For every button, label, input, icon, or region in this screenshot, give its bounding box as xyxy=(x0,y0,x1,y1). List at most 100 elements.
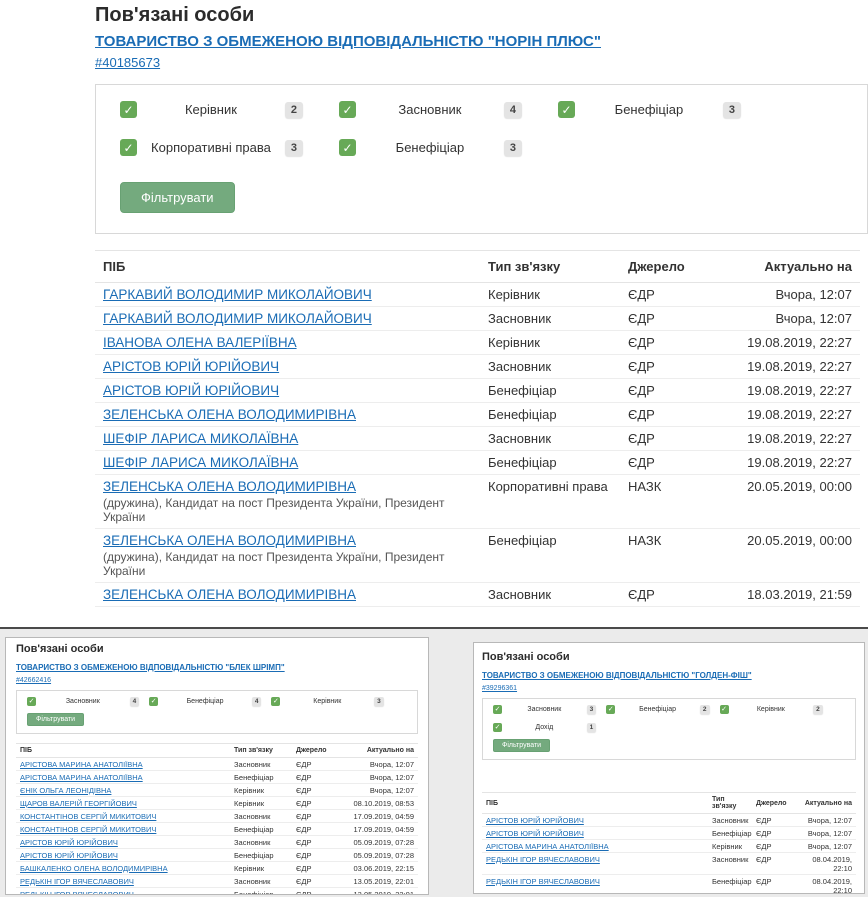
filter-item: ✓ Засновник 4 xyxy=(339,101,558,118)
filter-checkbox[interactable]: ✓ xyxy=(493,723,502,732)
source: ЄДР xyxy=(292,797,338,809)
actual-date: Вчора, 12:07 xyxy=(792,827,856,839)
actual-date: Вчора, 12:07 xyxy=(792,814,856,826)
person-link[interactable]: ІВАНОВА ОЛЕНА ВАЛЕРІЇВНА xyxy=(103,335,297,350)
actual-date: Вчора, 12:07 xyxy=(792,840,856,852)
person-link[interactable]: ЗЕЛЕНСЬКА ОЛЕНА ВОЛОДИМИРІВНА xyxy=(103,407,356,422)
filter-button[interactable]: Фільтрувати xyxy=(120,182,235,213)
person-link[interactable]: БАШКАЛЕНКО ОЛЕНА ВОЛОДИМИРІВНА xyxy=(20,864,168,873)
company-link[interactable]: ТОВАРИСТВО З ОБМЕЖЕНОЮ ВІДПОВІДАЛЬНІСТЮ … xyxy=(482,671,752,680)
source: ЄДР xyxy=(292,862,338,874)
person-link[interactable]: АРІСТОВА МАРИНА АНАТОЛІЇВНА xyxy=(20,773,143,782)
name-cell: АРІСТОВА МАРИНА АНАТОЛІЇВНА xyxy=(482,840,708,852)
relation-type: Бенефіціар xyxy=(708,875,752,887)
filter-count-badge: 4 xyxy=(130,697,140,706)
filter-button[interactable]: Фільтрувати xyxy=(27,713,84,726)
person-link[interactable]: ЗЕЛЕНСЬКА ОЛЕНА ВОЛОДИМИРІВНА xyxy=(103,533,356,548)
filter-checkbox[interactable]: ✓ xyxy=(493,705,502,714)
filter-button[interactable]: Фільтрувати xyxy=(493,739,550,752)
source: ЄДР xyxy=(292,888,338,895)
company-id-link[interactable]: #40185673 xyxy=(95,55,160,70)
filter-count-badge: 3 xyxy=(285,140,303,156)
checkmark-icon: ✓ xyxy=(561,104,571,116)
checkmark-icon: ✓ xyxy=(495,724,501,731)
filter-checkbox[interactable]: ✓ xyxy=(720,705,729,714)
filter-count-badge: 2 xyxy=(700,705,710,714)
filter-checkbox[interactable]: ✓ xyxy=(339,139,356,156)
person-link[interactable]: АРІСТОВ ЮРІЙ ЮРІЙОВИЧ xyxy=(103,383,279,398)
person-link[interactable]: ГАРКАВИЙ ВОЛОДИМИР МИКОЛАЙОВИЧ xyxy=(103,311,372,326)
relation-type: Засновник xyxy=(230,758,292,770)
filter-checkbox[interactable]: ✓ xyxy=(27,697,36,706)
filter-label: Засновник xyxy=(356,102,504,117)
checkmark-icon: ✓ xyxy=(123,142,133,154)
company-id-link[interactable]: #42662416 xyxy=(16,677,51,684)
filter-checkbox[interactable]: ✓ xyxy=(339,101,356,118)
column-header-source: Джерело xyxy=(752,797,792,810)
filter-checkbox[interactable]: ✓ xyxy=(149,697,158,706)
filter-label: Керівник xyxy=(280,698,374,705)
company-link[interactable]: ТОВАРИСТВО З ОБМЕЖЕНОЮ ВІДПОВІДАЛЬНІСТЮ … xyxy=(16,663,285,672)
person-link[interactable]: РЕДЬКІН ІГОР ВЯЧЕСЛАВОВИЧ xyxy=(486,877,600,886)
column-header-name: ПІБ xyxy=(95,251,480,282)
person-link[interactable]: АРІСТОВ ЮРІЙ ЮРІЙОВИЧ xyxy=(486,816,584,825)
name-cell: ШЕФІР ЛАРИСА МИКОЛАЇВНА xyxy=(95,427,480,450)
person-link[interactable]: ЗЕЛЕНСЬКА ОЛЕНА ВОЛОДИМИРІВНА xyxy=(103,479,356,494)
person-link[interactable]: ЗЕЛЕНСЬКА ОЛЕНА ВОЛОДИМИРІВНА xyxy=(103,587,356,602)
filter-item: ✓ Дохід 1 xyxy=(493,723,606,732)
table-row: РЕДЬКІН ІГОР ВЯЧЕСЛАВОВИЧ Бенефіціар ЄДР… xyxy=(16,888,418,895)
name-cell: РЕДЬКІН ІГОР ВЯЧЕСЛАВОВИЧ xyxy=(482,853,708,865)
person-link[interactable]: АРІСТОВ ЮРІЙ ЮРІЙОВИЧ xyxy=(20,838,118,847)
table-row: АРІСТОВА МАРИНА АНАТОЛІЇВНА Бенефіціар Є… xyxy=(16,771,418,784)
person-link[interactable]: РЕДЬКІН ІГОР ВЯЧЕСЛАВОВИЧ xyxy=(486,855,600,864)
source: ЄДР xyxy=(292,849,338,861)
person-link[interactable]: ЄНІК ОЛЬГА ЛЕОНІДІВНА xyxy=(20,786,111,795)
source: ЄДР xyxy=(752,814,792,826)
source: ЄДР xyxy=(752,875,792,887)
relation-type: Корпоративні права xyxy=(480,475,620,498)
filter-checkbox[interactable]: ✓ xyxy=(271,697,280,706)
person-link[interactable]: АРІСТОВ ЮРІЙ ЮРІЙОВИЧ xyxy=(103,359,279,374)
actual-date: Вчора, 12:07 xyxy=(720,307,860,330)
filter-checkbox[interactable]: ✓ xyxy=(558,101,575,118)
source: НАЗК xyxy=(620,475,720,498)
table-row: АРІСТОВ ЮРІЙ ЮРІЙОВИЧ Бенефіціар ЄДР Вчо… xyxy=(482,827,856,840)
person-link[interactable]: КОНСТАНТІНОВ СЕРГІЙ МИКИТОВИЧ xyxy=(20,825,156,834)
person-link[interactable]: КОНСТАНТІНОВ СЕРГІЙ МИКИТОВИЧ xyxy=(20,812,156,821)
checkmark-icon: ✓ xyxy=(342,104,352,116)
filter-checkbox[interactable]: ✓ xyxy=(120,101,137,118)
person-link[interactable]: ГАРКАВИЙ ВОЛОДИМИР МИКОЛАЙОВИЧ xyxy=(103,287,372,302)
name-cell: КОНСТАНТІНОВ СЕРГІЙ МИКИТОВИЧ xyxy=(16,823,230,835)
filter-count-badge: 2 xyxy=(813,705,823,714)
person-link[interactable]: РЕДЬКІН ІГОР ВЯЧЕСЛАВОВИЧ xyxy=(20,877,134,886)
person-link[interactable]: ЩАРОВ ВАЛЕРІЙ ГЕОРГІЙОВИЧ xyxy=(20,799,137,808)
company-link[interactable]: ТОВАРИСТВО З ОБМЕЖЕНОЮ ВІДПОВІДАЛЬНІСТЮ … xyxy=(95,33,601,50)
source: ЄДР xyxy=(292,758,338,770)
table-row: ГАРКАВИЙ ВОЛОДИМИР МИКОЛАЙОВИЧ Керівник … xyxy=(95,283,860,307)
actual-date: 19.08.2019, 22:27 xyxy=(720,331,860,354)
person-link[interactable]: ШЕФІР ЛАРИСА МИКОЛАЇВНА xyxy=(103,431,298,446)
name-cell: ГАРКАВИЙ ВОЛОДИМИР МИКОЛАЙОВИЧ xyxy=(95,283,480,306)
filter-checkbox[interactable]: ✓ xyxy=(606,705,615,714)
filter-count-badge: 2 xyxy=(285,102,303,118)
company-id-link[interactable]: #39296361 xyxy=(482,685,517,692)
person-link[interactable]: АРІСТОВ ЮРІЙ ЮРІЙОВИЧ xyxy=(486,829,584,838)
filter-label: Бенефіціар xyxy=(575,102,723,117)
filter-checkbox[interactable]: ✓ xyxy=(120,139,137,156)
name-cell: АРІСТОВ ЮРІЙ ЮРІЙОВИЧ xyxy=(482,814,708,826)
source: ЄДР xyxy=(752,827,792,839)
filter-panel: ✓ Засновник 4 ✓ Бенефіціар 4 ✓ Керівник … xyxy=(16,690,418,734)
person-link[interactable]: АРІСТОВА МАРИНА АНАТОЛІЇВНА xyxy=(486,842,609,851)
related-persons-panel-blek-shrimp: Пов'язані особи ТОВАРИСТВО З ОБМЕЖЕНОЮ В… xyxy=(5,637,429,895)
relation-type: Засновник xyxy=(708,814,752,826)
filter-label: Дохід xyxy=(502,724,587,731)
actual-date: 19.08.2019, 22:27 xyxy=(720,379,860,402)
person-link[interactable]: АРІСТОВ ЮРІЙ ЮРІЙОВИЧ xyxy=(20,851,118,860)
table-row: ЄНІК ОЛЬГА ЛЕОНІДІВНА Керівник ЄДР Вчора… xyxy=(16,784,418,797)
person-link[interactable]: РЕДЬКІН ІГОР ВЯЧЕСЛАВОВИЧ xyxy=(20,890,134,896)
relation-type: Бенефіціар xyxy=(480,529,620,552)
table-row: РЕДЬКІН ІГОР ВЯЧЕСЛАВОВИЧ Засновник ЄДР … xyxy=(16,875,418,888)
person-link[interactable]: АРІСТОВА МАРИНА АНАТОЛІЇВНА xyxy=(20,760,143,769)
checkmark-icon: ✓ xyxy=(29,698,35,705)
person-link[interactable]: ШЕФІР ЛАРИСА МИКОЛАЇВНА xyxy=(103,455,298,470)
